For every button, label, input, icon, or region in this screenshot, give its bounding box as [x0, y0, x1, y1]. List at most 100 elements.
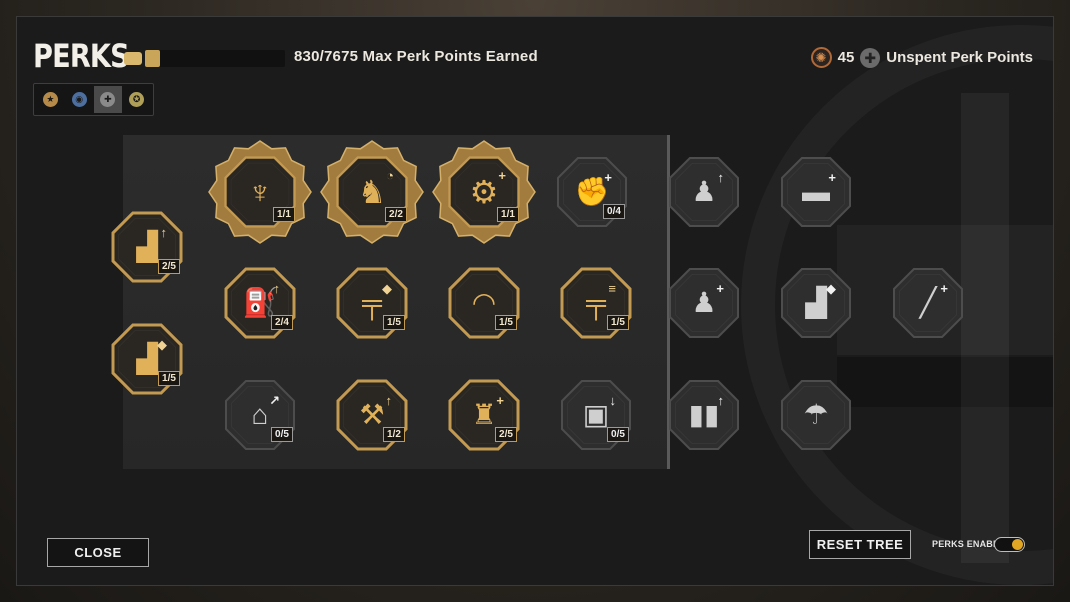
perk-node[interactable]: ♆ 1/1 — [208, 140, 312, 244]
perk-icon: ▬ — [802, 176, 830, 207]
perk-node[interactable]: ⌂ ↗ 0/5 — [220, 375, 300, 455]
perk-icon: ╱ — [919, 287, 937, 318]
perk-icon: ♟ — [691, 176, 717, 207]
faction-tab-us[interactable]: ★ — [36, 86, 65, 113]
perk-icon: ☂ — [803, 399, 829, 430]
perk-rank: 1/5 — [607, 315, 629, 330]
unspent-points: ✺ 45 ✚ Unspent Perk Points — [810, 47, 1033, 68]
perk-icon: ▟ — [136, 343, 158, 374]
perk-node[interactable]: ╤ ◆ 1/5 — [332, 263, 412, 343]
german-cross-icon: ✚ — [860, 47, 881, 68]
perk-points-progress-bar — [145, 50, 285, 67]
perk-rank: 1/5 — [495, 315, 517, 330]
perk-rank: 2/5 — [495, 427, 517, 442]
perk-icon: ⌂ — [251, 399, 269, 430]
perk-icon: ♜ — [471, 399, 497, 430]
perk-node[interactable]: ♞ ◔ 2/2 — [320, 140, 424, 244]
perk-rank: 1/1 — [273, 207, 295, 222]
perk-modifier-icon: + — [940, 281, 948, 296]
perk-rank: 0/4 — [603, 204, 625, 219]
unspent-label: Unspent Perk Points — [886, 49, 1033, 66]
faction-emblem-cross-post — [961, 93, 1009, 563]
perk-rank: 1/2 — [383, 427, 405, 442]
perk-modifier-icon: + — [604, 170, 612, 185]
perk-icon: ✊ — [574, 176, 610, 207]
perk-modifier-icon: ↑ — [273, 281, 281, 296]
perk-rank: 0/5 — [607, 427, 629, 442]
perk-node[interactable]: ◠ 1/5 — [444, 263, 524, 343]
faction-selector: ★ ◉ ✚ ✪ — [33, 83, 154, 116]
perk-node[interactable]: ╱ + — [888, 263, 968, 343]
perk-node[interactable]: ╤ ≡ 1/5 — [556, 263, 636, 343]
perk-node[interactable]: ⚒ ↑ 1/2 — [332, 375, 412, 455]
perk-icon: ♆ — [248, 174, 272, 210]
perk-node[interactable]: ⛽ ↑ 2/4 — [220, 263, 300, 343]
perk-modifier-icon: ◆ — [826, 281, 836, 296]
gear-icon: ✺ — [810, 47, 832, 68]
perk-icon: ▣ — [582, 399, 610, 430]
close-button[interactable]: CLOSE — [47, 538, 149, 567]
perk-node[interactable]: ✊ +0/4 — [552, 152, 632, 232]
perks-enabled-toggle[interactable] — [994, 537, 1025, 552]
perk-icon: ♟ — [691, 287, 717, 318]
us-faction-icon: ★ — [42, 92, 58, 107]
perk-modifier-icon: ↑ — [160, 225, 168, 240]
uk-faction-icon: ◉ — [71, 92, 87, 107]
perk-rank: 2/2 — [385, 207, 407, 222]
perk-icon: ♞ — [357, 174, 387, 210]
perk-node[interactable]: ☂ — [776, 375, 856, 455]
perk-modifier-icon: ↑ — [717, 393, 725, 408]
perk-modifier-icon: ↑ — [385, 393, 393, 408]
perk-modifier-icon: + — [498, 168, 506, 183]
perk-rank: 2/4 — [271, 315, 293, 330]
perk-node[interactable]: ▮▮ ↑ — [664, 375, 744, 455]
perk-icon: ▟ — [136, 231, 158, 262]
perk-icon: ╤ — [362, 287, 382, 318]
perk-icon: ▮▮ — [688, 399, 720, 430]
perk-points-progress-fill — [145, 50, 161, 67]
page-title: PERKS — [33, 37, 130, 75]
faction-tab-german[interactable]: ✚ — [93, 86, 123, 113]
faction-tab-soviet[interactable]: ✪ — [122, 86, 151, 113]
perk-modifier-icon: ◔ — [386, 168, 394, 183]
perk-node[interactable]: ♜ +2/5 — [444, 375, 524, 455]
reset-tree-button[interactable]: RESET TREE — [809, 530, 911, 559]
perk-icon: ⚙ — [469, 174, 499, 210]
perk-rank: 1/1 — [497, 207, 519, 222]
perk-rank: 2/5 — [158, 259, 180, 274]
perk-rank: 1/5 — [158, 371, 180, 386]
perk-points-icon — [124, 52, 142, 65]
perk-node[interactable]: ♟ ↑ — [664, 152, 744, 232]
toggle-knob — [1012, 539, 1023, 550]
perk-rank: 0/5 — [271, 427, 293, 442]
perks-panel: PERKS 830/7675 Max Perk Points Earned ✺ … — [16, 16, 1054, 586]
german-faction-icon: ✚ — [100, 92, 116, 107]
perk-modifier-icon: ≡ — [608, 281, 616, 296]
perk-rank: 1/5 — [383, 315, 405, 330]
perk-icon: ⚒ — [359, 399, 385, 430]
perk-node[interactable]: ▟ ↑ 2/5 — [107, 207, 187, 287]
perk-modifier-icon: ◆ — [382, 281, 392, 296]
perk-node[interactable]: ♟ + — [664, 263, 744, 343]
unspent-count: 45 — [837, 49, 855, 66]
perk-modifier-icon: ↑ — [717, 170, 725, 185]
perk-icon: ▟ — [805, 287, 827, 318]
perk-modifier-icon: + — [828, 170, 836, 185]
perk-icon: ╤ — [586, 287, 606, 318]
perk-modifier-icon: ◆ — [157, 337, 167, 352]
soviet-faction-icon: ✪ — [129, 92, 145, 107]
perk-node[interactable]: ▟ ◆ — [776, 263, 856, 343]
perk-modifier-icon: + — [496, 393, 504, 408]
perk-node[interactable]: ▣ ↓ 0/5 — [556, 375, 636, 455]
perk-node[interactable]: ⚙ +1/1 — [432, 140, 536, 244]
faction-tab-uk[interactable]: ◉ — [65, 86, 94, 113]
perk-node[interactable]: ▟ ◆ 1/5 — [107, 319, 187, 399]
perk-modifier-icon: ↓ — [609, 393, 617, 408]
perk-node[interactable]: ▬ + — [776, 152, 856, 232]
perk-icon: ◠ — [471, 287, 497, 318]
perk-modifier-icon: ↗ — [269, 393, 280, 408]
perk-icon: ⛽ — [242, 287, 278, 318]
faction-emblem-cross-shadow — [837, 357, 1053, 407]
perk-points-text: 830/7675 Max Perk Points Earned — [294, 48, 538, 65]
perk-modifier-icon: + — [716, 281, 724, 296]
